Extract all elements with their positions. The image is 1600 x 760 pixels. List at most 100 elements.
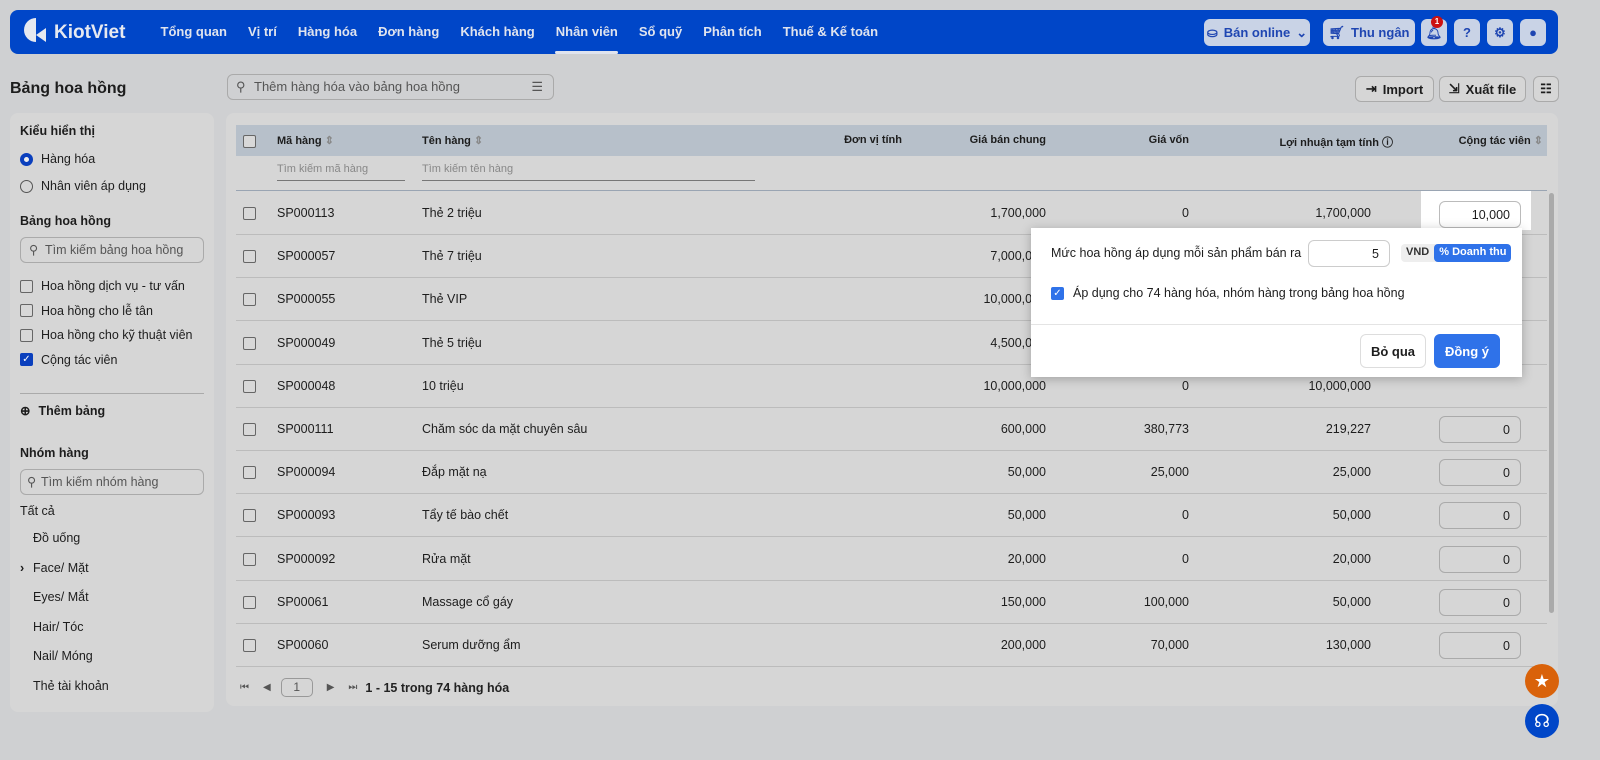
group-label: Nail/ Móng	[33, 649, 93, 663]
table-row[interactable]: SP000092 Rửa mặt 20,000 0 20,000 0	[236, 538, 1547, 581]
cell-name: Chăm sóc da mặt chuyên sâu	[422, 422, 588, 436]
col-label: Tên hàng	[422, 135, 471, 147]
ctv-commission-input[interactable]: 0	[1439, 588, 1521, 616]
ctv-commission-input[interactable]: 0	[1439, 416, 1521, 443]
scrollbar[interactable]	[1549, 193, 1554, 613]
ctv-commission-input[interactable]: 0	[1439, 545, 1521, 573]
row-checkbox[interactable]	[243, 509, 256, 523]
ctv-commission-input[interactable]: 0	[1439, 459, 1521, 487]
radio-nhan-vien[interactable]: Nhân viên áp dụng	[20, 179, 146, 193]
top-navbar: KiotViet Tổng quan Vị trí Hàng hóa Đơn hàng…	[10, 10, 1558, 54]
cell-price: 50,000	[1007, 508, 1046, 523]
add-table-button[interactable]: ⊕ Thêm bảng	[20, 403, 105, 419]
page-input[interactable]: 1	[280, 678, 313, 697]
cancel-button[interactable]: Bỏ qua	[1360, 334, 1426, 368]
commission-value-input[interactable]: 5	[1308, 240, 1390, 267]
filter-code-input[interactable]: Tìm kiếm mã hàng	[277, 163, 405, 181]
commission-table: Mã hàng ⇕ Tên hàng ⇕ Đơn vị tính Giá bán…	[226, 113, 1558, 706]
last-page-icon[interactable]: ⏭	[348, 682, 357, 693]
commission-table-option[interactable]: ✓ Cộng tác viên	[20, 353, 117, 367]
nav-item[interactable]: Phân tích	[693, 10, 773, 54]
help-button[interactable]: ?	[1454, 19, 1480, 46]
unit-percent-toggle[interactable]: % Doanh thu	[1434, 244, 1512, 262]
commission-table-search[interactable]: ⚲ Tìm kiếm bảng hoa hồng	[20, 237, 204, 263]
row-checkbox[interactable]	[243, 466, 256, 480]
table-row[interactable]: SP000111 Chăm sóc da mặt chuyên sâu 600,00…	[236, 408, 1547, 451]
radio-checked-icon	[20, 152, 33, 166]
table-row[interactable]: SP00060 Serum dưỡng ẩm 200,000 70,000 130,00…	[236, 624, 1547, 667]
kiotviet-logo[interactable]: KiotViet	[24, 18, 125, 48]
cell-name: Serum dưỡng ẩm	[422, 638, 521, 652]
cart-icon: 🛒︎	[1328, 24, 1345, 40]
col-ctv[interactable]: Cộng tác viên ⇕	[1459, 134, 1543, 147]
settings-button[interactable]: ⚙	[1487, 19, 1513, 46]
avatar[interactable]: ●	[1520, 19, 1546, 46]
nav-item[interactable]: Vị trí	[237, 10, 287, 54]
ctv-commission-input[interactable]: 10,000	[1439, 201, 1521, 228]
next-page-icon[interactable]: ▶	[327, 682, 335, 693]
favorite-fab[interactable]: ★	[1525, 664, 1559, 698]
group-item[interactable]: Nail/ Móng	[33, 649, 93, 663]
nav-item[interactable]: Hàng hóa	[287, 10, 367, 54]
support-fab[interactable]: ☊	[1525, 704, 1559, 738]
info-icon: ⓘ	[1382, 137, 1393, 149]
radio-hang-hoa[interactable]: Hàng hóa	[20, 152, 95, 166]
confirm-button[interactable]: Đồng ý	[1434, 334, 1500, 368]
group-item[interactable]: Đồ uống	[33, 531, 80, 545]
list-icon[interactable]: ☰	[531, 75, 543, 99]
nav-item[interactable]: Đơn hàng	[368, 10, 450, 54]
pagination-summary: 1 - 15 trong 74 hàng hóa	[365, 680, 510, 695]
col-label: Cộng tác viên	[1458, 135, 1531, 147]
table-row[interactable]: SP00061 Massage cổ gáy 150,000 100,000 50,00…	[236, 581, 1547, 624]
thu-ngan-button[interactable]: 🛒︎ Thu ngân	[1323, 19, 1415, 46]
select-all-checkbox[interactable]	[243, 135, 256, 148]
row-checkbox[interactable]	[243, 639, 256, 652]
filter-name-input[interactable]: Tìm kiếm tên hàng	[422, 163, 755, 181]
row-checkbox[interactable]	[243, 207, 256, 220]
ctv-commission-input[interactable]: 0	[1439, 502, 1521, 530]
nav-item[interactable]: Nhân viên	[545, 10, 628, 54]
prev-page-icon[interactable]: ◀	[263, 682, 271, 693]
commission-table-option[interactable]: Hoa hồng dịch vụ - tư vấn	[20, 279, 185, 293]
group-item[interactable]: Eyes/ Mắt	[33, 590, 89, 604]
row-checkbox[interactable]	[243, 379, 256, 393]
cell-code: SP00060	[277, 638, 329, 652]
group-item[interactable]: › Face/ Mặt	[20, 561, 89, 575]
col-name[interactable]: Tên hàng ⇕	[422, 134, 483, 147]
nav-item[interactable]: Tổng quan	[150, 10, 237, 54]
table-row[interactable]: SP000093 Tẩy tế bào chết 50,000 0 50,000 0	[236, 494, 1547, 538]
col-label: Lợi nhuận tạm tính	[1279, 137, 1379, 149]
row-checkbox[interactable]	[243, 250, 256, 264]
cell-price: 50,000	[1007, 465, 1046, 480]
row-checkbox[interactable]	[243, 552, 256, 566]
option-label: Hoa hồng dịch vụ - tư vấn	[41, 279, 185, 293]
group-item[interactable]: Thẻ tài khoản	[33, 679, 109, 693]
export-button[interactable]: ⇲ Xuất file	[1439, 76, 1526, 102]
group-item[interactable]: Hair/ Tóc	[33, 620, 83, 634]
row-checkbox[interactable]	[243, 336, 256, 350]
unit-vnd-toggle[interactable]: VND	[1401, 244, 1434, 262]
apply-all-checkbox[interactable]: ✓ Áp dụng cho 74 hàng hóa, nhóm hàng tron…	[1051, 286, 1405, 300]
nav-item[interactable]: Sổ quỹ	[628, 10, 692, 54]
chevron-right-icon[interactable]: ›	[20, 561, 24, 575]
nav-item[interactable]: Khách hàng	[450, 10, 545, 54]
group-all[interactable]: Tất cả	[20, 504, 55, 518]
group-search[interactable]: ⚲ Tìm kiếm nhóm hàng	[20, 469, 204, 495]
commission-table-option[interactable]: Hoa hồng cho lễ tân	[20, 304, 153, 318]
first-page-icon[interactable]: ⏮	[240, 682, 249, 693]
row-checkbox[interactable]	[243, 595, 256, 609]
search-icon: ⚲	[29, 243, 39, 257]
import-button[interactable]: ⇥ Import	[1355, 76, 1434, 102]
col-code[interactable]: Mã hàng ⇕	[277, 134, 334, 147]
commission-table-option[interactable]: Hoa hồng cho kỹ thuật viên	[20, 328, 193, 342]
table-row[interactable]: SP000094 Đắp mặt nạ 50,000 25,000 25,000 0	[236, 451, 1547, 495]
row-checkbox[interactable]	[243, 293, 256, 307]
cell-code: SP000055	[277, 292, 336, 307]
ctv-commission-input[interactable]: 0	[1439, 632, 1521, 659]
add-product-search-input[interactable]: ⚲ Thêm hàng hóa vào bảng hoa hồng ☰	[227, 74, 554, 100]
nav-item[interactable]: Thuế & Kế toán	[772, 10, 888, 54]
column-settings-button[interactable]: ☷	[1533, 76, 1559, 102]
ban-online-button[interactable]: ⛀ Bán online ⌄	[1204, 19, 1310, 46]
notification-button[interactable]: 🔔︎ 1	[1421, 16, 1447, 46]
row-checkbox[interactable]	[243, 423, 256, 436]
